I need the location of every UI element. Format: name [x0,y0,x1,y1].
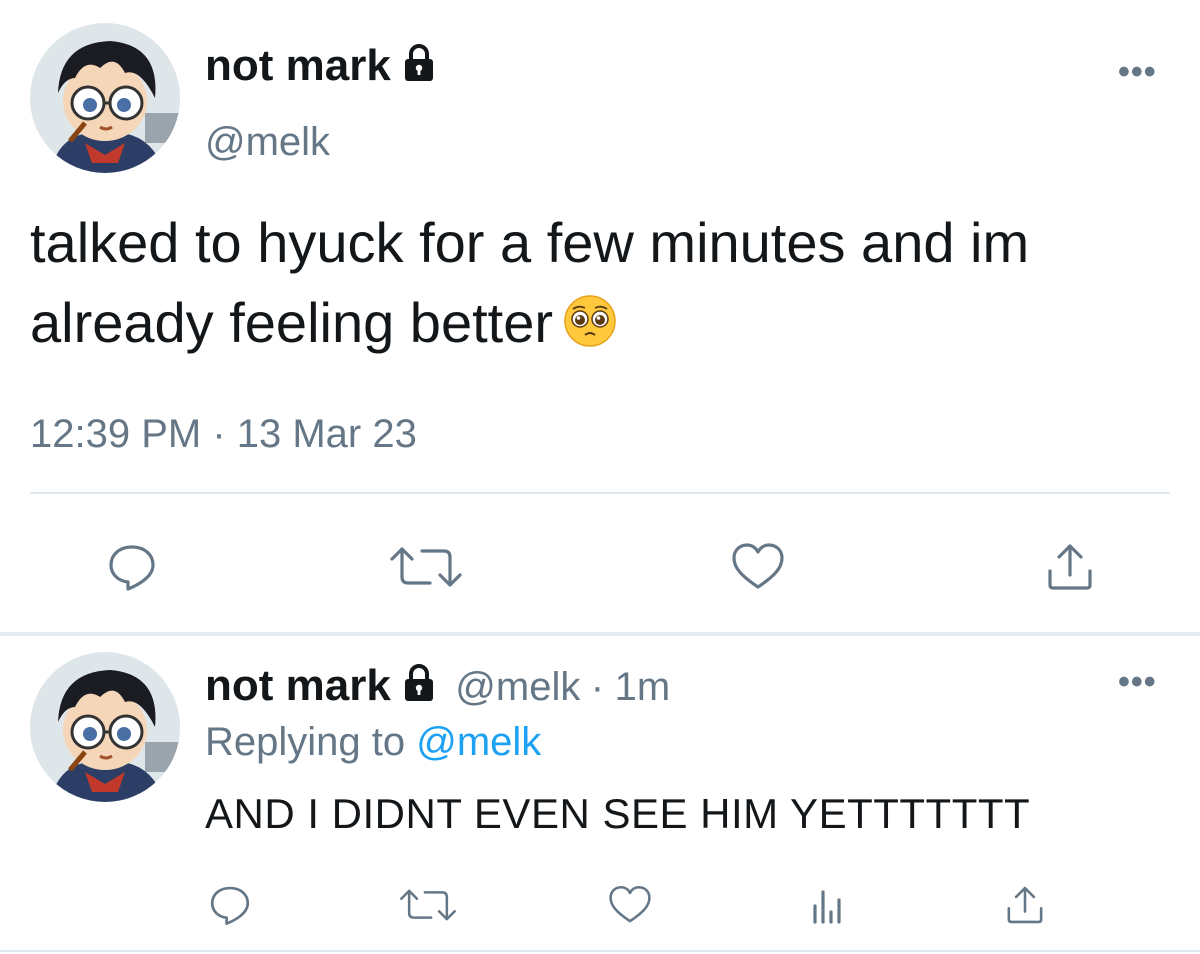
replying-to: Replying to @melk [205,718,541,766]
bottom-divider [0,950,1200,952]
reply-icon [109,545,155,591]
analytics-button[interactable] [802,880,852,930]
separator: · [590,665,605,709]
lock-icon [399,42,439,87]
avatar[interactable] [30,23,180,173]
reply-author-line: not mark @melk · 1m [205,660,670,712]
retweet-icon [400,889,456,921]
timestamp[interactable]: 12:39 PM · 13 Mar 23 [30,412,417,457]
section-divider [0,632,1200,636]
tweet-age[interactable]: 1m [615,665,671,709]
tweet-body: talked to hyuck for a few minutes and im… [30,211,1030,354]
avatar-image [30,652,180,802]
share-button[interactable] [1038,535,1102,599]
tweet-text: talked to hyuck for a few minutes and im… [30,203,1150,369]
retweet-button[interactable] [384,535,468,599]
like-icon [732,543,784,589]
reply-button[interactable] [100,535,164,599]
reply-button[interactable] [205,880,255,930]
share-icon [1048,544,1092,590]
like-icon [609,885,651,923]
handle[interactable]: @melk [205,118,330,166]
like-button[interactable] [605,880,655,930]
pleading-face-emoji-icon [563,289,617,369]
avatar-image [30,23,180,173]
reply-icon [210,886,250,925]
handle[interactable]: @melk [455,665,580,709]
share-button[interactable] [1000,880,1050,930]
reply-avatar[interactable] [30,652,180,802]
analytics-icon [813,890,841,924]
replying-to-label: Replying to [205,720,406,764]
display-name[interactable]: not mark [205,661,391,710]
display-name[interactable]: not mark [205,41,391,90]
share-icon [1007,886,1043,924]
retweet-icon [390,547,462,587]
like-button[interactable] [726,535,790,599]
more-options-button[interactable]: ••• [1118,55,1157,89]
reply-text: AND I DIDNT EVEN SEE HIM YETTTTTTT [205,790,1031,837]
main-tweet-author: not mark [205,40,439,92]
more-options-button[interactable]: ••• [1118,665,1157,699]
replying-to-handle-link[interactable]: @melk [416,720,541,764]
lock-icon [399,662,439,707]
retweet-button[interactable] [395,880,461,930]
divider [30,492,1170,494]
